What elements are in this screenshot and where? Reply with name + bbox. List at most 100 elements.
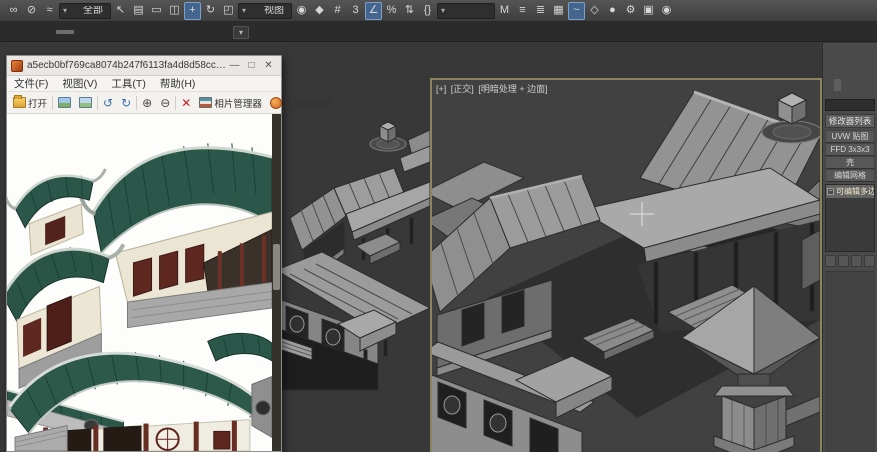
modifier-stack-rows: UVW 贴图 FFD 3x3x3 壳编辑网格	[825, 129, 875, 182]
viewer-title-bar[interactable]: a5ecb0bf769ca8074b247f6113fa4d8d58cc2217…	[7, 56, 281, 76]
right-viewport-scene	[432, 80, 820, 452]
show-end-result-button[interactable]	[838, 254, 849, 267]
remove-modifier-button[interactable]	[864, 254, 875, 267]
utilities-tab[interactable]	[868, 79, 876, 91]
spinner-snap-icon[interactable]: ⇅	[401, 2, 418, 20]
rotate-left-button[interactable]: ↺	[100, 93, 116, 112]
bind-to-space-warp-icon[interactable]: ≈	[41, 2, 58, 20]
modify-tab[interactable]	[833, 79, 841, 91]
viewer-app-icon	[11, 59, 23, 72]
ribbon-tab-populate[interactable]	[100, 30, 118, 34]
right-viewport[interactable]: [+] [正交] [明暗处理 + 边面]	[430, 78, 822, 452]
mirror-icon[interactable]: M	[496, 2, 513, 20]
display-tab[interactable]	[859, 79, 867, 91]
render-setup-icon[interactable]: ⚙	[622, 2, 639, 20]
separator	[136, 95, 138, 110]
main-toolbar: ∞ ⊘ ≈ ▾ 全部 ↖ ▤ ▭ ◫ + ↻ ◰ ▾ 视图 ◉ ◆ # 3 ∠ …	[0, 0, 877, 22]
angle-snap-icon[interactable]: ∠	[365, 1, 382, 20]
named-selection-sets-dropdown[interactable]: ▾	[437, 2, 495, 19]
button-icon	[269, 96, 282, 109]
button-icon	[13, 95, 26, 108]
select-object-icon[interactable]: ↖	[112, 2, 129, 20]
modifier-stack-item[interactable]: 编辑网格	[825, 168, 875, 182]
next-image-button[interactable]	[76, 93, 95, 112]
rotate-right-button[interactable]: ↻	[118, 93, 134, 112]
base-object-row[interactable]: − 可编辑多边形	[826, 184, 874, 198]
separator	[52, 95, 54, 110]
3dsmax-window: ∞ ⊘ ≈ ▾ 全部 ↖ ▤ ▭ ◫ + ↻ ◰ ▾ 视图 ◉ ◆ # 3 ∠ …	[0, 0, 877, 452]
open-button[interactable]: 打开	[10, 93, 50, 112]
viewport-label: [+] [正交] [明暗处理 + 边面]	[436, 82, 550, 95]
photo-image	[7, 114, 272, 451]
viewer-menu-item[interactable]: 文件(F)	[7, 76, 55, 91]
ribbon-tab-object-paint[interactable]	[78, 30, 96, 34]
rollout-area	[825, 270, 875, 452]
viewport-menu-pov[interactable]: [正交]	[451, 84, 474, 94]
create-tab[interactable]	[825, 79, 833, 91]
select-and-manipulate-icon[interactable]: ◆	[311, 2, 328, 20]
hierarchy-tab[interactable]	[842, 79, 850, 91]
viewer-toolbar: 打开 ↺ ↻ ⊕ ⊖ ✕ 相片管理器 完整浏览器	[7, 92, 331, 114]
percent-snap-icon[interactable]: %	[383, 2, 400, 20]
prev-image-button[interactable]	[55, 93, 74, 112]
select-and-scale-icon[interactable]: ◰	[220, 2, 237, 20]
curve-editor-icon[interactable]: ~	[568, 1, 585, 20]
modifier-stack-item[interactable]: UVW 贴图	[825, 129, 875, 143]
motion-tab[interactable]	[851, 79, 859, 91]
separator	[175, 95, 177, 110]
photo-manager-button[interactable]: 相片管理器	[196, 93, 265, 112]
command-panel-tabs	[825, 79, 875, 91]
select-and-move-icon[interactable]: +	[184, 1, 201, 20]
ribbon-tab-bar	[0, 22, 877, 42]
align-icon[interactable]: ≡	[514, 2, 531, 20]
ribbon-tab-modeling[interactable]	[12, 30, 30, 34]
ribbon-tab-selection[interactable]	[56, 29, 74, 34]
keyboard-override-icon[interactable]: #	[329, 2, 346, 20]
zoom-in-button[interactable]: ⊕	[139, 93, 155, 112]
minimize-button[interactable]: —	[226, 60, 243, 71]
delete-button[interactable]: ✕	[178, 93, 194, 112]
viewer-image-area	[7, 114, 281, 451]
use-pivot-point-icon[interactable]: ◉	[293, 2, 310, 20]
select-and-link-icon[interactable]: ∞	[5, 2, 22, 20]
stack-control-buttons	[825, 254, 875, 267]
layer-manager-icon[interactable]: ≣	[532, 2, 549, 20]
window-crossing-icon[interactable]: ◫	[166, 2, 183, 20]
edit-named-sets-icon[interactable]: {}	[419, 2, 436, 20]
rectangular-selection-icon[interactable]: ▭	[148, 2, 165, 20]
image-viewer-window: a5ecb0bf769ca8074b247f6113fa4d8d58cc2217…	[6, 55, 331, 452]
select-by-name-icon[interactable]: ▤	[130, 2, 147, 20]
browser-button[interactable]: 完整浏览器	[267, 93, 335, 112]
pin-stack-button[interactable]	[825, 254, 836, 267]
viewer-menu-item[interactable]: 帮助(H)	[153, 76, 203, 91]
make-unique-button[interactable]	[851, 254, 862, 267]
viewer-menu-item[interactable]: 视图(V)	[55, 76, 104, 91]
unlink-selection-icon[interactable]: ⊘	[23, 2, 40, 20]
rendered-frame-icon[interactable]: ▣	[640, 2, 657, 20]
zoom-out-button[interactable]: ⊖	[157, 93, 173, 112]
modifier-stack-item[interactable]: FFD 3x3x3	[825, 142, 875, 156]
viewport-menu-general[interactable]: [+]	[436, 84, 446, 94]
collapse-icon[interactable]: −	[827, 187, 834, 195]
material-editor-icon[interactable]: ●	[604, 2, 621, 20]
scrollbar-thumb[interactable]	[273, 244, 280, 290]
ribbon-tab-freeform[interactable]	[34, 30, 52, 34]
viewer-menu-item[interactable]: 工具(T)	[104, 76, 152, 91]
render-production-icon[interactable]: ◉	[658, 2, 675, 20]
reference-coordinate-dropdown[interactable]: ▾ 视图	[238, 2, 292, 19]
modifier-list-dropdown[interactable]: 修改器列表	[825, 113, 875, 128]
modifier-stack-item[interactable]: 壳	[825, 155, 875, 169]
selection-filter-dropdown[interactable]: ▾ 全部	[59, 2, 111, 19]
ribbon-overflow-dropdown[interactable]: ▾	[233, 26, 249, 39]
snaps-toggle-3d-icon[interactable]: 3	[347, 2, 364, 20]
button-icon	[79, 97, 93, 108]
viewer-menu-bar: 文件(F) 视图(V) 工具(T) 帮助(H)	[7, 76, 281, 92]
select-and-rotate-icon[interactable]: ↻	[202, 2, 219, 20]
schematic-view-icon[interactable]: ◇	[586, 2, 603, 20]
maximize-button[interactable]: □	[243, 60, 260, 71]
graphite-toggle-icon[interactable]: ▦	[550, 2, 567, 20]
object-name-field[interactable]	[825, 98, 875, 111]
viewer-scrollbar[interactable]	[272, 114, 281, 451]
viewport-menu-shading[interactable]: [明暗处理 + 边面]	[478, 84, 547, 94]
close-button[interactable]: ✕	[260, 60, 277, 71]
